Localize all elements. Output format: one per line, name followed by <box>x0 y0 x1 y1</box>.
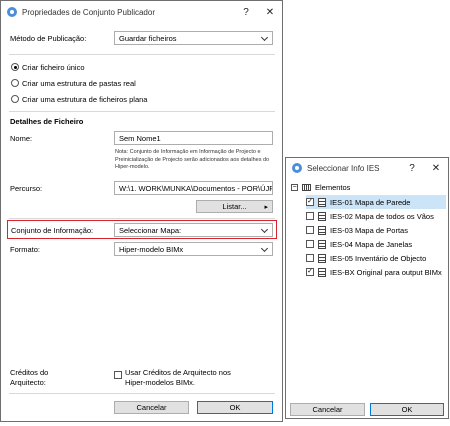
cancel-button[interactable]: Cancelar <box>114 401 189 414</box>
credits-label-line: Créditos do <box>10 368 49 377</box>
path-input[interactable]: W:\1. WORK\MUNKA\Documentos - POR\ÚJRA <box>114 181 273 195</box>
schedule-icon <box>318 267 326 277</box>
note-line: Hiper-modelo. <box>115 164 150 170</box>
format-select-value: Hiper-modelo BIMx <box>119 244 184 254</box>
item-label: IES-01 Mapa de Parede <box>330 197 411 207</box>
format-label: Formato: <box>10 245 41 254</box>
dialog-title: Propriedades de Conjunto Publicador <box>22 7 155 17</box>
path-label: Percurso: <box>10 184 43 193</box>
note-line: Nota: Conjunto de Informação em Informaç… <box>115 149 261 155</box>
schedule-icon <box>318 253 326 263</box>
schedule-icon <box>318 211 326 221</box>
item-checkbox[interactable] <box>306 254 314 262</box>
schedule-icon <box>318 239 326 249</box>
item-label: IES-03 Mapa de Portas <box>330 225 408 235</box>
collapse-icon[interactable]: − <box>291 183 298 191</box>
cancel-button-label: Cancelar <box>136 403 167 412</box>
divider <box>9 218 275 219</box>
help-icon[interactable]: ? <box>400 163 424 174</box>
item-checkbox[interactable] <box>306 226 314 234</box>
elements-icon <box>302 183 311 191</box>
item-label: IES-04 Mapa de Janelas <box>330 239 413 249</box>
item-label: IES-02 Mapa de todos os Vãos <box>330 211 434 221</box>
help-icon[interactable]: ? <box>234 7 258 18</box>
item-checkbox[interactable]: ✓ <box>306 268 314 276</box>
info-set-select-value: Seleccionar Mapa: <box>119 225 182 235</box>
info-set-select[interactable]: Seleccionar Mapa: <box>114 223 273 237</box>
radio-single-file[interactable] <box>11 63 19 71</box>
radio-single-file-label: Criar ficheiro único <box>22 63 85 72</box>
publisher-properties-dialog: Propriedades de Conjunto Publicador ? ✕ … <box>0 0 283 422</box>
credits-checkbox-line: Usar Créditos de Arquitecto nos <box>125 368 231 377</box>
credits-label-line: Arquitecto: <box>10 378 46 387</box>
name-input[interactable]: Sem Nome1 <box>114 131 273 145</box>
ok-button-label: OK <box>401 405 413 414</box>
list-item[interactable]: ✓ IES-BX Original para output BIMx <box>306 265 442 279</box>
item-checkbox[interactable] <box>306 240 314 248</box>
list-item[interactable]: ✓ IES-01 Mapa de Parede <box>306 195 446 209</box>
method-label: Método de Publicação: <box>10 34 87 43</box>
path-input-value: W:\1. WORK\MUNKA\Documentos - POR\ÚJRA <box>119 183 273 193</box>
item-label: IES-05 Inventário de Objecto <box>330 253 427 263</box>
radio-flat-structure-label: Criar uma estrutura de ficheiros plana <box>22 95 148 104</box>
tree-root[interactable]: − Elementos <box>291 180 350 194</box>
note-line: Preinicialização de Projecto serão adici… <box>115 156 270 163</box>
tree-root-label: Elementos <box>315 182 351 192</box>
divider <box>9 111 275 112</box>
ok-button[interactable]: OK <box>197 401 273 414</box>
item-label: IES-BX Original para output BIMx <box>330 267 442 277</box>
list-item[interactable]: IES-04 Mapa de Janelas <box>306 237 412 251</box>
method-select[interactable]: Guardar ficheiros <box>114 31 273 45</box>
schedule-icon <box>318 225 326 235</box>
list-item[interactable]: IES-05 Inventário de Objecto <box>306 251 426 265</box>
dialog-title: Seleccionar Info IES <box>307 163 380 173</box>
close-icon[interactable]: ✕ <box>424 163 448 174</box>
radio-folder-structure[interactable] <box>11 79 19 87</box>
divider <box>9 393 275 394</box>
ok-button[interactable]: OK <box>370 403 444 416</box>
radio-folder-structure-label: Criar uma estrutura de pastas real <box>22 79 136 88</box>
select-ies-dialog: Seleccionar Info IES ? ✕ − Elementos ✓ I… <box>285 157 449 419</box>
credits-checkbox-label: Usar Créditos de Arquitecto nos Hiper-mo… <box>125 368 231 388</box>
divider <box>9 54 275 55</box>
file-details-heading: Detalhes de Ficheiro <box>10 117 84 126</box>
app-icon <box>7 7 17 17</box>
list-item[interactable]: IES-02 Mapa de todos os Vãos <box>306 209 434 223</box>
title-bar: Propriedades de Conjunto Publicador ? ✕ <box>1 1 282 23</box>
cancel-button-label: Cancelar <box>312 405 343 414</box>
ok-button-label: OK <box>229 403 241 412</box>
radio-flat-structure[interactable] <box>11 95 19 103</box>
browse-button-label: Listar... <box>222 202 247 211</box>
schedule-icon <box>318 197 326 207</box>
browse-button[interactable]: Listar... ▸ <box>196 200 273 213</box>
list-item[interactable]: IES-03 Mapa de Portas <box>306 223 408 237</box>
app-icon <box>292 163 302 173</box>
close-icon[interactable]: ✕ <box>258 7 282 18</box>
info-set-label: Conjunto de Informação: <box>11 226 94 235</box>
name-input-value: Sem Nome1 <box>119 133 161 143</box>
credits-checkbox[interactable] <box>114 371 122 379</box>
cancel-button[interactable]: Cancelar <box>290 403 365 416</box>
note-text: Nota: Conjunto de Informação em Informaç… <box>115 149 280 172</box>
credits-checkbox-line: Hiper-modelos BIMx. <box>125 378 196 387</box>
format-select[interactable]: Hiper-modelo BIMx <box>114 242 273 256</box>
item-checkbox[interactable]: ✓ <box>306 198 314 206</box>
item-checkbox[interactable] <box>306 212 314 220</box>
browse-arrow-icon: ▸ <box>264 203 268 211</box>
credits-label: Créditos do Arquitecto: <box>10 368 48 388</box>
title-bar: Seleccionar Info IES ? ✕ <box>286 158 448 178</box>
name-label: Nome: <box>10 134 33 143</box>
method-select-value: Guardar ficheiros <box>119 33 177 43</box>
